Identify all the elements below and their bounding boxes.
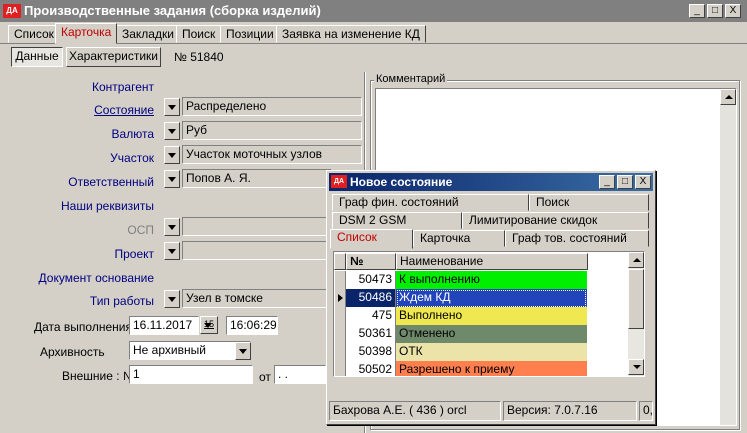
work-type-dropdown-button[interactable]	[164, 290, 180, 308]
grid-scrollbar[interactable]	[628, 252, 644, 376]
record-number: № 51840	[174, 50, 224, 64]
minimize-button[interactable]: _	[689, 4, 705, 18]
window-title: Производственные задания (сборка изделий…	[24, 3, 321, 18]
responsible-field[interactable]: Попов А. Я.	[182, 169, 332, 188]
due-time-field[interactable]: 16:06:29	[226, 316, 278, 335]
dialog-titlebar: ДА Новое состояние _ □ X	[329, 173, 653, 191]
row-name-cell[interactable]: Отменено	[396, 325, 587, 344]
project-dropdown-button[interactable]	[164, 242, 180, 260]
row-name-cell[interactable]: Ждем КД	[396, 289, 587, 308]
osp-label: ОСП	[127, 223, 154, 237]
row-indicator[interactable]	[335, 343, 346, 362]
dialog-tab-list[interactable]: Список	[330, 229, 413, 249]
from-label: от	[259, 370, 271, 384]
dialog-maximize-button[interactable]: □	[617, 175, 633, 189]
archive-label: Архивность	[40, 345, 105, 359]
current-row-arrow-icon	[338, 294, 343, 302]
grid-header-number[interactable]: №	[346, 253, 396, 270]
row-number-cell[interactable]: 50361	[346, 325, 396, 344]
base-document-label: Документ основание	[38, 271, 154, 285]
grid-scroll-down-icon[interactable]	[628, 359, 644, 375]
responsible-dropdown-button[interactable]	[164, 170, 180, 188]
row-indicator[interactable]	[335, 325, 346, 344]
comment-label: Комментарий	[374, 73, 448, 85]
status-version: Версия: 7.0.7.16	[503, 401, 637, 421]
close-button[interactable]: X	[725, 4, 741, 18]
dialog-close-button[interactable]: X	[635, 175, 651, 189]
row-number-cell[interactable]: 50486	[346, 289, 396, 308]
row-number-cell[interactable]: 50502	[346, 361, 396, 376]
states-grid: № Наименование 50473 К выполнению 50486 Жде…	[333, 251, 645, 377]
our-details-label: Наши реквизиты	[60, 199, 154, 213]
main-tabs: Список Карточка Закладки Поиск Позиции З…	[0, 22, 747, 44]
row-number-cell[interactable]: 475	[346, 307, 396, 326]
status-extra: 0,:	[639, 401, 653, 421]
characteristics-subtab-button[interactable]: Характеристики	[66, 47, 161, 67]
section-label: Участок	[110, 151, 154, 165]
row-name-cell[interactable]: Выполнено	[396, 307, 587, 326]
archive-select[interactable]: Не архивный	[129, 341, 251, 360]
window-titlebar: ДА Производственные задания (сборка изде…	[0, 0, 747, 22]
tab-kd-change-request[interactable]: Заявка на изменение КД	[276, 25, 426, 43]
comment-scrollbar[interactable]	[720, 89, 736, 425]
currency-dropdown-button[interactable]	[164, 122, 180, 140]
project-label: Проект	[114, 247, 154, 261]
row-indicator[interactable]	[335, 271, 346, 290]
calendar-icon[interactable]: 15	[200, 316, 218, 334]
tab-card[interactable]: Карточка	[55, 23, 118, 44]
grid-header-name[interactable]: Наименование	[396, 253, 588, 270]
section-field[interactable]: Участок моточных узлов	[182, 145, 362, 164]
tab-search[interactable]: Поиск	[176, 25, 222, 43]
dialog-tab-dsm2gsm[interactable]: DSM 2 GSM	[332, 212, 462, 229]
work-type-field[interactable]: Узел в томске	[182, 289, 332, 308]
grid-scroll-up-icon[interactable]	[628, 252, 644, 268]
currency-label: Валюта	[111, 127, 154, 141]
dialog-logo-icon: ДА	[331, 175, 347, 188]
row-indicator[interactable]	[335, 307, 346, 326]
new-state-dialog: ДА Новое состояние _ □ X Граф фин. состо…	[326, 170, 656, 425]
external-number-label: Внешние : №	[62, 369, 136, 383]
due-date-field[interactable]: 16.11.2017	[129, 316, 199, 335]
dialog-tab-card[interactable]: Карточка	[413, 230, 505, 247]
dialog-tab-search[interactable]: Поиск	[529, 194, 649, 211]
row-name-cell[interactable]: К выполнению	[396, 271, 587, 290]
data-subtab-button[interactable]: Данные	[11, 47, 63, 67]
row-name-cell[interactable]: Разрешено к приему	[396, 361, 587, 376]
osp-dropdown-button[interactable]	[164, 218, 180, 236]
row-indicator[interactable]	[335, 361, 346, 376]
dialog-title: Новое состояние	[350, 175, 453, 189]
grid-scroll-thumb[interactable]	[628, 269, 644, 329]
row-number-cell[interactable]: 50473	[346, 271, 396, 290]
tab-list[interactable]: Список	[8, 25, 60, 43]
tab-bookmarks[interactable]: Закладки	[116, 25, 180, 43]
archive-dropdown-icon[interactable]	[235, 342, 251, 360]
dialog-tab-fin-states-graph[interactable]: Граф фин. состояний	[332, 194, 529, 211]
scroll-up-icon[interactable]	[720, 89, 736, 105]
maximize-button[interactable]: □	[707, 4, 723, 18]
state-field[interactable]: Распределено	[182, 97, 362, 116]
grid-corner	[334, 253, 346, 270]
section-dropdown-button[interactable]	[164, 146, 180, 164]
row-indicator[interactable]	[335, 289, 346, 308]
external-number-field[interactable]: 1	[129, 365, 253, 384]
osp-field[interactable]	[182, 217, 332, 236]
status-user: Бахрова А.Е. ( 436 ) orcl	[329, 401, 501, 421]
due-date-label: Дата выполнения:	[34, 320, 136, 334]
dialog-tab-discount-limits[interactable]: Лимитирование скидок	[462, 212, 649, 229]
row-name-cell[interactable]: ОТК	[396, 343, 587, 362]
currency-field[interactable]: Руб	[182, 121, 362, 140]
row-number-cell[interactable]: 50398	[346, 343, 396, 362]
from-date-field[interactable]: . .	[274, 365, 326, 384]
state-label[interactable]: Состояние	[60, 103, 154, 117]
dialog-tab-goods-states-graph[interactable]: Граф тов. состояний	[505, 230, 649, 247]
work-type-label: Тип работы	[89, 294, 154, 308]
state-dropdown-button[interactable]	[164, 98, 180, 116]
dialog-statusbar: Бахрова А.Е. ( 436 ) orcl Версия: 7.0.7.…	[329, 401, 653, 421]
tab-positions[interactable]: Позиции	[220, 25, 280, 43]
project-field[interactable]	[182, 241, 332, 260]
contractor-label: Контрагент	[91, 80, 154, 94]
responsible-label: Ответственный	[68, 175, 154, 189]
app-logo-icon: ДА	[3, 4, 21, 18]
dialog-minimize-button[interactable]: _	[599, 175, 615, 189]
